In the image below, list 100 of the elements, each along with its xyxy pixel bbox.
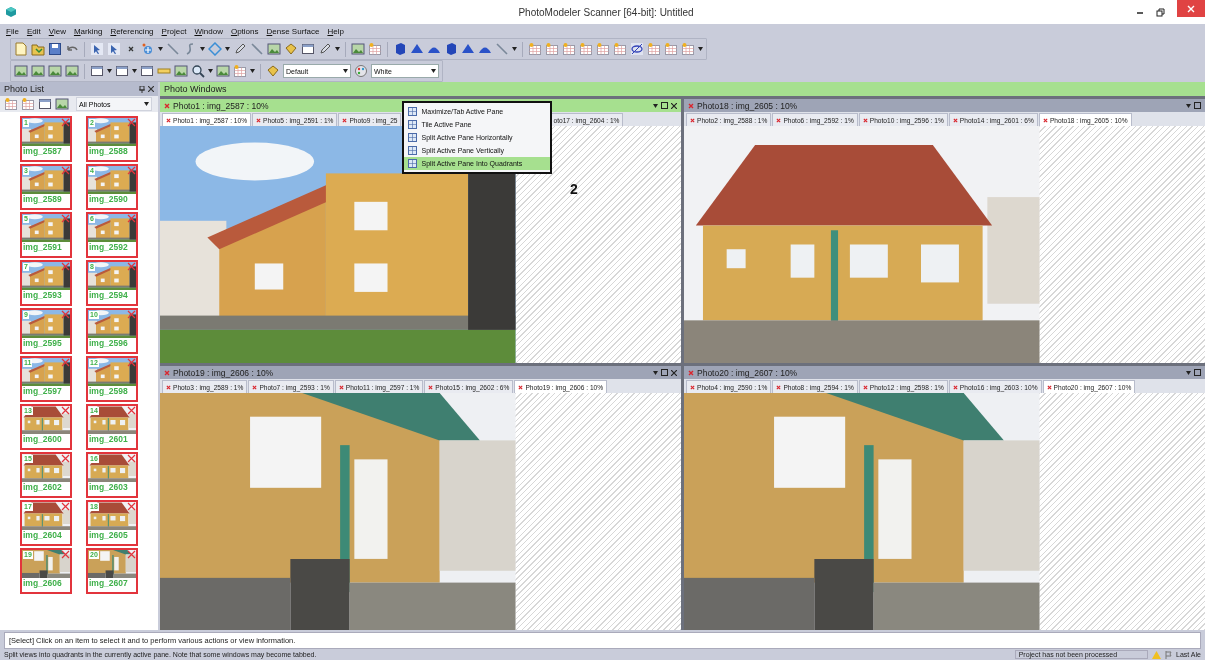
- maximize-icon[interactable]: [1194, 369, 1201, 376]
- cross-icon: [127, 262, 136, 271]
- image-icon[interactable]: [55, 97, 69, 111]
- cross-icon: [61, 358, 70, 367]
- caret-icon[interactable]: [431, 69, 436, 73]
- image-icon[interactable]: [267, 42, 281, 56]
- grid-icon[interactable]: [528, 42, 542, 56]
- paint-bucket-icon[interactable]: [266, 64, 280, 78]
- cross-icon: [61, 454, 70, 463]
- palette-icon[interactable]: [354, 64, 368, 78]
- pane-layout-icon: [408, 159, 418, 168]
- photo-name: img_2596: [88, 338, 129, 348]
- cross-icon: [61, 502, 70, 511]
- caret-icon[interactable]: [698, 47, 703, 51]
- image-icon[interactable]: [351, 42, 365, 56]
- menu-item[interactable]: Options: [230, 26, 259, 36]
- cube-icon[interactable]: [393, 42, 407, 56]
- restore-icon[interactable]: [1156, 7, 1165, 17]
- caret-icon[interactable]: [132, 69, 137, 73]
- pane-title: Photo19 : img_2606 : 10%: [173, 367, 274, 378]
- caret-icon[interactable]: [158, 47, 163, 51]
- caret-icon[interactable]: [1186, 370, 1191, 375]
- image-icon[interactable]: [65, 64, 79, 78]
- pyramid-icon[interactable]: [410, 42, 424, 56]
- menu-item[interactable]: File: [6, 26, 19, 36]
- line-icon[interactable]: [250, 42, 264, 56]
- caret-icon[interactable]: [225, 47, 230, 51]
- grid-icon[interactable]: [664, 42, 678, 56]
- maximize-icon[interactable]: [661, 369, 668, 376]
- window-icon[interactable]: [140, 64, 154, 78]
- close-icon[interactable]: [1042, 117, 1048, 123]
- grid-icon[interactable]: [647, 42, 661, 56]
- cross-icon: [127, 454, 136, 463]
- image-icon[interactable]: [31, 64, 45, 78]
- save-icon[interactable]: [48, 42, 62, 56]
- photo-name: img_2602: [22, 482, 63, 492]
- grid-icon[interactable]: [579, 42, 593, 56]
- pencil-icon[interactable]: [318, 42, 332, 56]
- caret-icon[interactable]: [653, 370, 658, 375]
- close-icon[interactable]: [671, 102, 677, 109]
- caret-icon[interactable]: [107, 69, 112, 73]
- pane-layout-icon: [408, 133, 418, 142]
- pyramid-icon[interactable]: [461, 42, 475, 56]
- pencil-icon[interactable]: [233, 42, 247, 56]
- cross-icon: [61, 310, 70, 319]
- cursor-icon[interactable]: [107, 42, 121, 56]
- panel-header: Photo List: [0, 82, 158, 96]
- image-icon[interactable]: [14, 64, 28, 78]
- close-icon[interactable]: [671, 369, 677, 376]
- cross-icon: [127, 550, 136, 559]
- menu-item[interactable]: Project: [161, 26, 187, 36]
- caret-icon[interactable]: [335, 47, 340, 51]
- caret-icon[interactable]: [512, 47, 517, 51]
- grid-icon[interactable]: [368, 42, 382, 56]
- grid-icon[interactable]: [596, 42, 610, 56]
- caret-icon[interactable]: [1186, 103, 1191, 108]
- menu-item[interactable]: Marking: [73, 26, 103, 36]
- grid-icon[interactable]: [4, 97, 18, 111]
- caret-icon[interactable]: [144, 102, 149, 106]
- photo-name: img_2592: [88, 242, 129, 252]
- grid-icon[interactable]: [613, 42, 627, 56]
- menu-item[interactable]: Referencing: [110, 26, 154, 36]
- window-icon[interactable]: [301, 42, 315, 56]
- maximize-icon[interactable]: [1194, 102, 1201, 109]
- maximize-icon[interactable]: [661, 102, 668, 109]
- eye-icon[interactable]: [630, 42, 644, 56]
- menu-item[interactable]: Edit: [26, 26, 41, 36]
- grid-icon[interactable]: [562, 42, 576, 56]
- caret-icon[interactable]: [208, 69, 213, 73]
- photo-name: img_2594: [88, 290, 129, 300]
- page-icon[interactable]: [14, 42, 28, 56]
- cube-icon[interactable]: [444, 42, 458, 56]
- window-icon[interactable]: [115, 64, 129, 78]
- caret-icon[interactable]: [343, 69, 348, 73]
- grid-icon[interactable]: [545, 42, 559, 56]
- menu-item[interactable]: View: [48, 26, 66, 36]
- image-icon[interactable]: [48, 64, 62, 78]
- close-icon[interactable]: [166, 117, 171, 123]
- menu-item[interactable]: Help: [327, 26, 344, 36]
- search-icon[interactable]: [191, 64, 205, 78]
- close-icon[interactable]: [148, 85, 154, 92]
- cross-icon: [61, 550, 70, 559]
- window-title: PhotoModeler Scanner [64-bit]: Untitled: [517, 6, 695, 18]
- menu-item[interactable]: Window: [194, 26, 223, 36]
- pin-icon[interactable]: [139, 85, 145, 93]
- caret-icon[interactable]: [250, 69, 255, 73]
- caret-icon[interactable]: [200, 47, 205, 51]
- photo-name: img_2597: [22, 386, 63, 396]
- cross-icon: [127, 310, 136, 319]
- close-icon[interactable]: [518, 384, 524, 390]
- photo-name: img_2587: [22, 146, 63, 156]
- close-icon[interactable]: [1046, 384, 1052, 390]
- caret-icon[interactable]: [653, 103, 658, 108]
- menu-item[interactable]: Dense Surface: [266, 26, 320, 36]
- photo-name: img_2589: [22, 194, 63, 204]
- window-icon[interactable]: [38, 97, 52, 111]
- cross-icon: [61, 406, 70, 415]
- window-icon[interactable]: [90, 64, 104, 78]
- cursor-icon[interactable]: [90, 42, 104, 56]
- close-button[interactable]: [1177, 0, 1205, 17]
